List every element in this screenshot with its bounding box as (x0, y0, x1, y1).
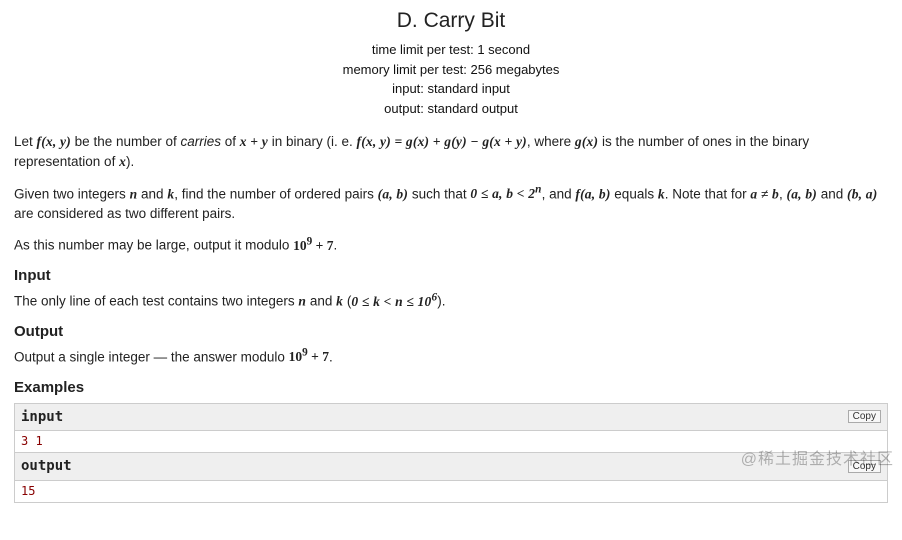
example-input-content: 3 1 (15, 431, 887, 452)
examples-heading: Examples (14, 377, 888, 399)
statement-p2: Given two integers n and k, find the num… (14, 182, 888, 224)
copy-input-button[interactable]: Copy (848, 410, 881, 423)
statement-p1: Let f(x, y) be the number of carries of … (14, 132, 888, 171)
input-file: input: standard input (14, 79, 888, 99)
problem-meta: time limit per test: 1 second memory lim… (14, 40, 888, 118)
example-output-block: output Copy 15 (14, 453, 888, 503)
output-heading: Output (14, 321, 888, 343)
memory-limit: memory limit per test: 256 megabytes (14, 60, 888, 80)
input-text: The only line of each test contains two … (14, 289, 888, 311)
problem-statement: Let f(x, y) be the number of carries of … (14, 132, 888, 503)
output-label: output (21, 456, 72, 476)
problem-title: D. Carry Bit (14, 6, 888, 36)
output-file: output: standard output (14, 99, 888, 119)
time-limit: time limit per test: 1 second (14, 40, 888, 60)
example-output-content: 15 (15, 481, 887, 502)
sample-test: input Copy 3 1 output Copy 15 (14, 403, 888, 503)
output-text: Output a single integer — the answer mod… (14, 345, 888, 367)
copy-output-button[interactable]: Copy (848, 460, 881, 473)
input-label: input (21, 407, 63, 427)
statement-p3: As this number may be large, output it m… (14, 233, 888, 255)
example-input-block: input Copy 3 1 (14, 403, 888, 454)
input-heading: Input (14, 265, 888, 287)
